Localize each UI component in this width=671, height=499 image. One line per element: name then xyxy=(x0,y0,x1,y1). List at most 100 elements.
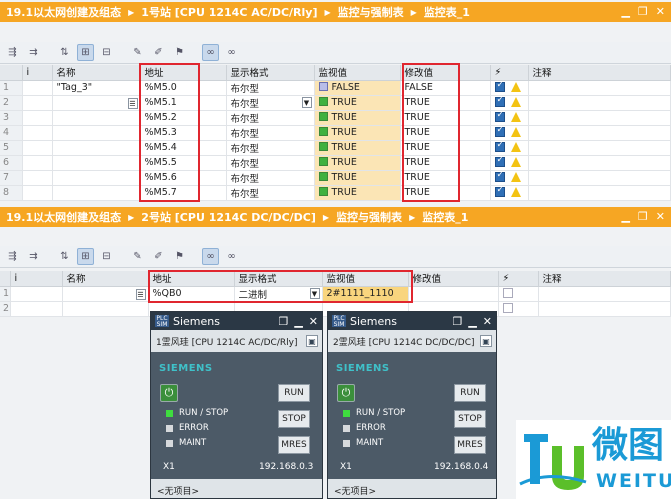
modify-cell[interactable]: TRUE xyxy=(400,155,491,171)
pin-icon[interactable]: ▣ xyxy=(480,335,492,347)
comment-cell[interactable] xyxy=(528,155,671,171)
modify-cell[interactable]: TRUE xyxy=(400,140,491,156)
tag-picker-icon[interactable]: ☰ xyxy=(135,288,146,300)
col-monitor-value[interactable]: 监视值 xyxy=(322,271,409,287)
power-icon[interactable]: ⏻ xyxy=(160,384,178,402)
power-icon[interactable]: ⏻ xyxy=(337,384,355,402)
tag-name[interactable]: ☰ xyxy=(52,95,141,111)
tag-name[interactable] xyxy=(62,301,149,317)
tag-name[interactable] xyxy=(52,185,141,201)
glasses-monitor-icon[interactable]: ∞ xyxy=(202,248,219,265)
address-cell[interactable]: %QB0 xyxy=(148,286,235,302)
table-row[interactable]: 4 %M5.3 布尔型 TRUE TRUE xyxy=(0,125,671,141)
col-name[interactable]: 名称 xyxy=(62,271,149,287)
address-cell[interactable]: %M5.3 xyxy=(140,125,227,141)
col-address[interactable]: 地址 xyxy=(148,271,235,287)
format-cell[interactable]: 布尔型 xyxy=(226,170,315,186)
address-cell[interactable]: %M5.1 xyxy=(140,95,227,111)
comment-cell[interactable] xyxy=(528,110,671,126)
comment-cell[interactable] xyxy=(538,301,671,317)
checkbox[interactable] xyxy=(494,80,505,92)
checkbox[interactable] xyxy=(494,110,505,122)
comment-cell[interactable] xyxy=(528,170,671,186)
run-button[interactable]: RUN xyxy=(278,384,310,402)
add-row-icon[interactable]: ⇉ xyxy=(25,248,42,265)
breadcrumb-project[interactable]: 19.1以太网创建及组态 xyxy=(6,209,121,225)
monitor-all-icon[interactable]: ⊞ xyxy=(77,248,94,265)
checkbox[interactable] xyxy=(494,125,505,137)
mres-button[interactable]: MRES xyxy=(278,436,310,454)
format-cell[interactable]: 二进制 ▼ xyxy=(234,286,323,302)
table-row[interactable]: 1 "Tag_3" %M5.0 布尔型 FALSE FALSE xyxy=(0,80,671,96)
modify-cell[interactable]: TRUE xyxy=(400,110,491,126)
address-cell[interactable]: %M5.0 xyxy=(140,80,227,96)
comment-cell[interactable] xyxy=(528,185,671,201)
tag-name[interactable] xyxy=(52,110,141,126)
col-monitor-value[interactable]: 监视值 xyxy=(314,65,401,81)
insert-row-icon[interactable]: ⇶ xyxy=(4,44,21,61)
monitor-all-icon[interactable]: ⊞ xyxy=(77,44,94,61)
restore-icon[interactable]: ❐ xyxy=(638,210,648,223)
modify-trigger-icon[interactable]: ✐ xyxy=(150,248,167,265)
format-cell[interactable]: 布尔型 xyxy=(226,185,315,201)
modify-now-icon[interactable]: ✎ xyxy=(129,44,146,61)
checkbox[interactable] xyxy=(494,185,505,197)
glasses-icon[interactable]: ∞ xyxy=(223,44,240,61)
col-display-format[interactable]: 显示格式 xyxy=(234,271,323,287)
format-cell[interactable]: 布尔型 xyxy=(226,125,315,141)
format-cell[interactable]: 布尔型 xyxy=(226,80,315,96)
modify-cell[interactable]: TRUE xyxy=(400,185,491,201)
minimize-icon[interactable]: ▁ xyxy=(294,315,302,328)
address-cell[interactable]: %M5.7 xyxy=(140,185,227,201)
add-row-icon[interactable]: ⇉ xyxy=(25,44,42,61)
address-cell[interactable]: %M5.5 xyxy=(140,155,227,171)
table-row[interactable]: 5 %M5.4 布尔型 TRUE TRUE xyxy=(0,140,671,156)
glasses-monitor-icon[interactable]: ∞ xyxy=(202,44,219,61)
close-icon[interactable]: ✕ xyxy=(483,315,492,328)
force-icon[interactable]: ⚑ xyxy=(171,248,188,265)
comment-cell[interactable] xyxy=(528,140,671,156)
col-modify-value[interactable]: 修改值 xyxy=(400,65,491,81)
table-row[interactable]: 3 %M5.2 布尔型 TRUE TRUE xyxy=(0,110,671,126)
chevron-down-icon[interactable]: ▼ xyxy=(301,96,312,108)
format-cell[interactable]: 布尔型 xyxy=(226,140,315,156)
table-row[interactable]: 6 %M5.5 布尔型 TRUE TRUE xyxy=(0,155,671,171)
table-row[interactable]: 2 ☰ %M5.1 布尔型 ▼ TRUE TRUE xyxy=(0,95,671,111)
checkbox[interactable] xyxy=(494,155,505,167)
table-row[interactable]: 1 ☰ %QB0 二进制 ▼ 2#1111_1110 xyxy=(0,286,671,302)
tag-name[interactable] xyxy=(52,140,141,156)
comment-cell[interactable] xyxy=(528,80,671,96)
address-cell[interactable]: %M5.4 xyxy=(140,140,227,156)
address-cell[interactable]: %M5.2 xyxy=(140,110,227,126)
tag-name[interactable] xyxy=(52,155,141,171)
close-icon[interactable]: ✕ xyxy=(309,315,318,328)
stop-button[interactable]: STOP xyxy=(454,410,486,428)
mres-button[interactable]: MRES xyxy=(454,436,486,454)
col-name[interactable]: 名称 xyxy=(52,65,141,81)
checkbox[interactable] xyxy=(502,287,513,298)
breadcrumb-table[interactable]: 监控表_1 xyxy=(422,209,468,225)
table-row[interactable]: 8 %M5.7 布尔型 TRUE TRUE xyxy=(0,185,671,201)
restore-icon[interactable]: ❐ xyxy=(452,315,462,328)
tag-picker-icon[interactable]: ☰ xyxy=(127,97,138,109)
address-cell[interactable]: %M5.6 xyxy=(140,170,227,186)
modify-cell[interactable]: FALSE xyxy=(400,80,491,96)
breadcrumb-folder[interactable]: 监控与强制表 xyxy=(338,4,404,20)
modify-now-icon[interactable]: ✎ xyxy=(129,248,146,265)
stop-button[interactable]: STOP xyxy=(278,410,310,428)
format-cell[interactable]: 布尔型 ▼ xyxy=(226,95,315,111)
breadcrumb-table[interactable]: 监控表_1 xyxy=(424,4,470,20)
format-cell[interactable]: 布尔型 xyxy=(226,110,315,126)
checkbox[interactable] xyxy=(502,302,513,313)
monitor-once-icon[interactable]: ⊟ xyxy=(98,248,115,265)
table-row[interactable]: 7 %M5.6 布尔型 TRUE TRUE xyxy=(0,170,671,186)
close-icon[interactable]: ✕ xyxy=(656,5,665,18)
format-cell[interactable]: 布尔型 xyxy=(226,155,315,171)
col-modify-value[interactable]: 修改值 xyxy=(408,271,499,287)
insert-row-icon[interactable]: ⇶ xyxy=(4,248,21,265)
col-comment[interactable]: 注释 xyxy=(538,271,671,287)
tag-name[interactable] xyxy=(52,125,141,141)
breadcrumb-project[interactable]: 19.1以太网创建及组态 xyxy=(6,4,121,20)
comment-cell[interactable] xyxy=(528,125,671,141)
col-comment[interactable]: 注释 xyxy=(528,65,671,81)
